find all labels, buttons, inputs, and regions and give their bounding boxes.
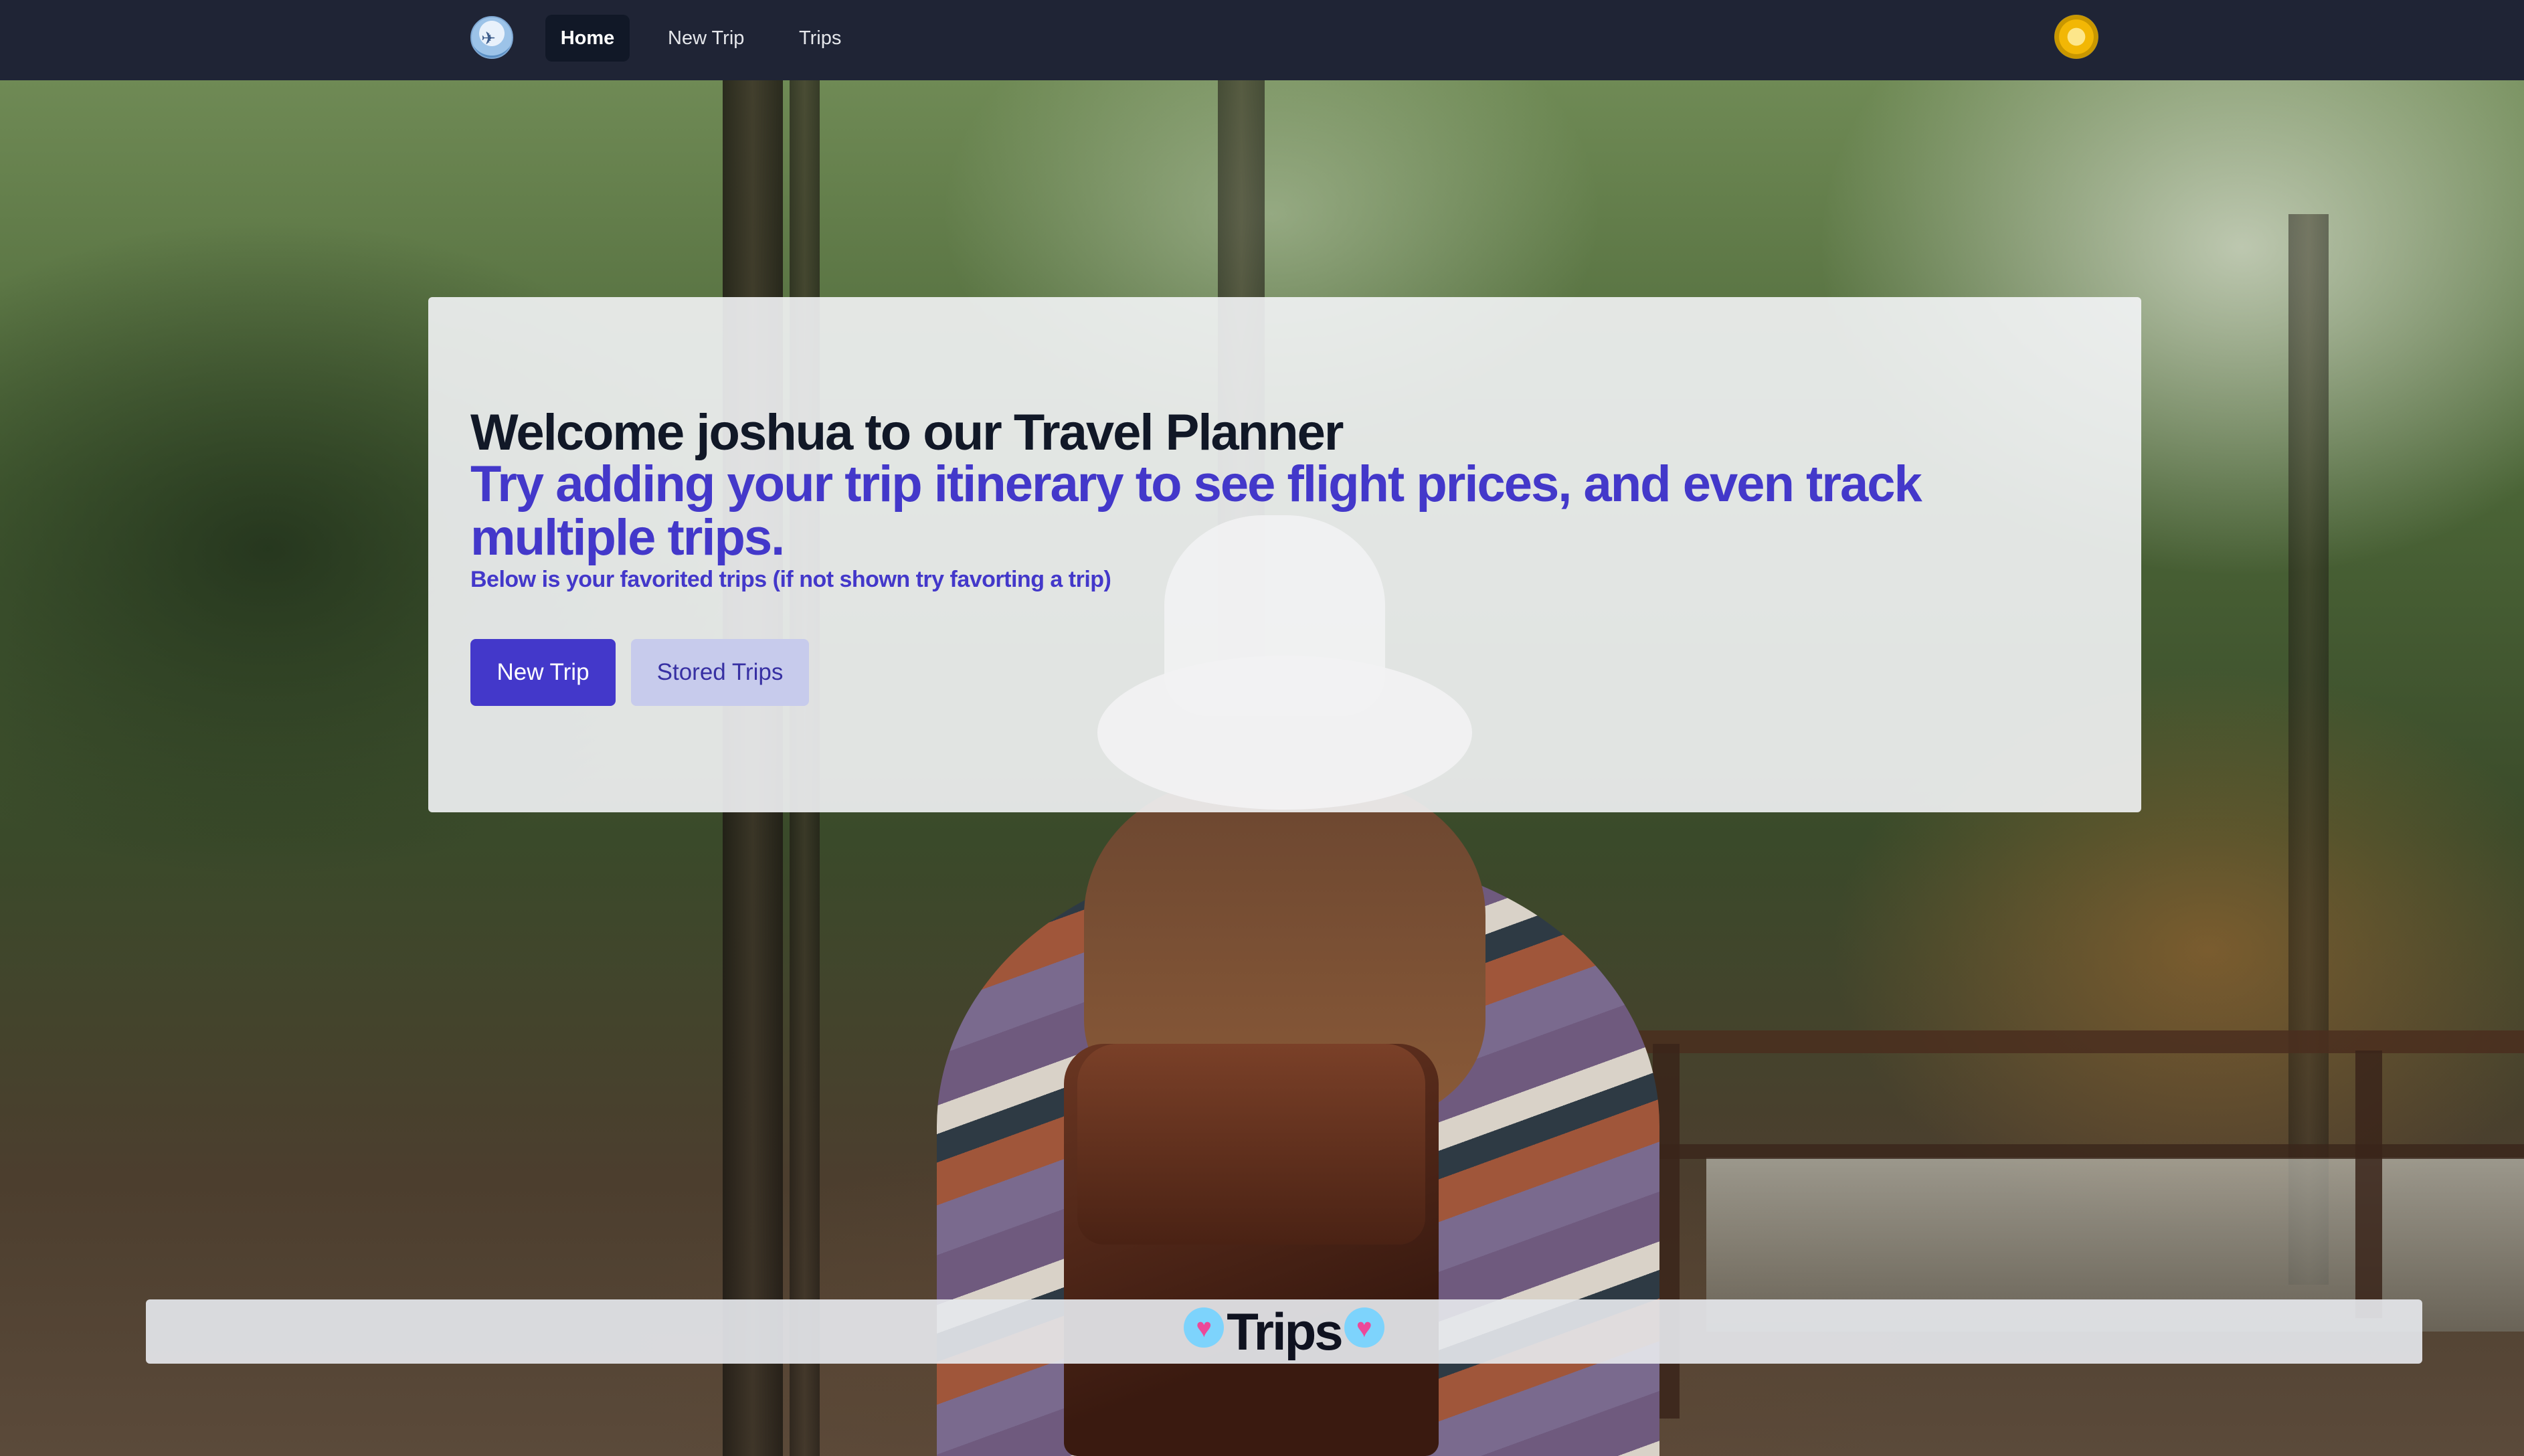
- plane-icon: ✈: [481, 28, 496, 48]
- nav-trips-link[interactable]: Trips: [782, 15, 858, 62]
- new-trip-button[interactable]: New Trip: [470, 639, 616, 706]
- trips-title: Trips: [1227, 1302, 1343, 1361]
- hero-subtitle: Try adding your trip itinerary to see fl…: [470, 456, 1922, 566]
- favorites-note: Below is your favorited trips (if not sh…: [470, 567, 1111, 592]
- trips-section-header: ♥ Trips ♥: [146, 1299, 2422, 1364]
- plane-logo-icon[interactable]: ✈: [470, 16, 513, 59]
- bridge-post: [2355, 1051, 2382, 1318]
- bridge-rail: [1619, 1144, 2524, 1159]
- heart-icon: ♥: [1184, 1307, 1225, 1348]
- tree-trunk: [2288, 214, 2329, 1285]
- heart-icon: ♥: [1344, 1307, 1384, 1348]
- user-avatar-icon[interactable]: [2054, 15, 2098, 59]
- bridge-rail: [1619, 1030, 2524, 1053]
- welcome-card: Welcome joshua to our Travel Planner Try…: [428, 297, 2141, 812]
- nav-home-link[interactable]: Home: [545, 15, 630, 62]
- top-navbar: ✈ Home New Trip Trips: [0, 0, 2524, 80]
- nav-new-trip-link[interactable]: New Trip: [651, 15, 761, 62]
- backpack-flap: [1077, 1044, 1425, 1245]
- trips-heading: ♥ Trips ♥: [146, 1299, 2422, 1364]
- page-title: Welcome joshua to our Travel Planner: [470, 404, 1344, 461]
- stored-trips-button[interactable]: Stored Trips: [631, 639, 809, 706]
